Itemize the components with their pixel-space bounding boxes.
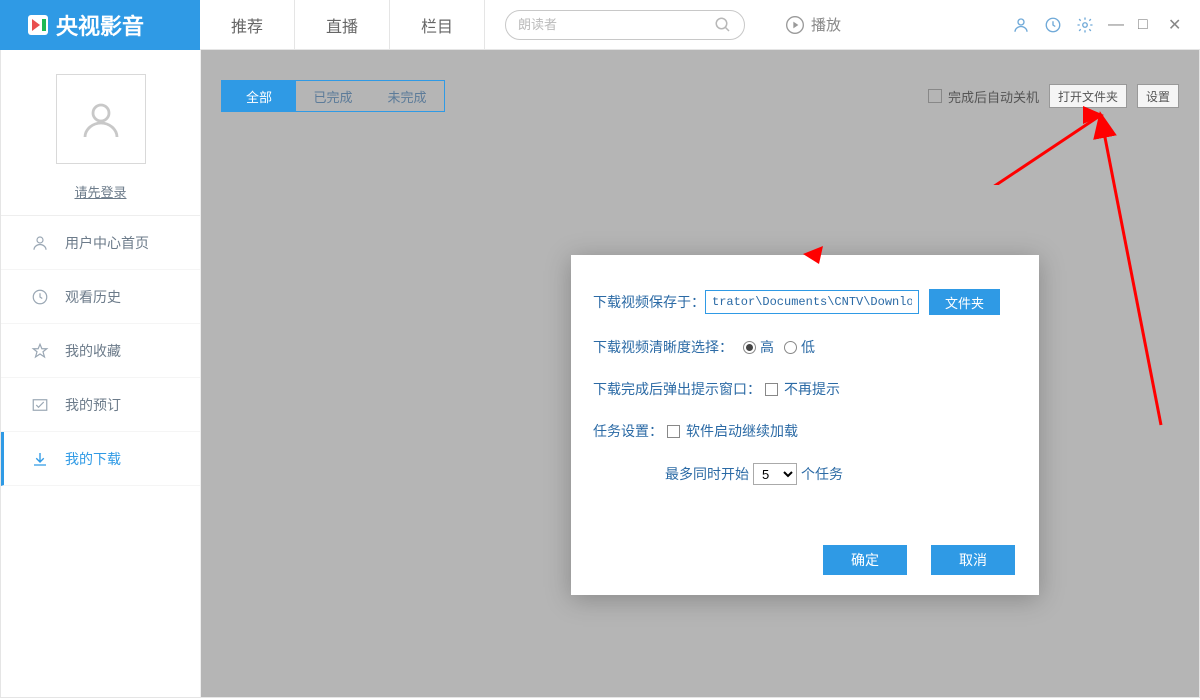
play-label: 播放 bbox=[811, 14, 841, 35]
close-button[interactable]: ✕ bbox=[1168, 15, 1184, 35]
nav-tabs: 推荐 直播 栏目 bbox=[200, 0, 485, 50]
sidebar-item-label: 我的收藏 bbox=[65, 341, 121, 361]
search-icon[interactable] bbox=[714, 16, 732, 34]
sidebar: 请先登录 用户中心首页 观看历史 我的收藏 我的预订 我的下载 bbox=[1, 50, 201, 697]
nav-tab-live[interactable]: 直播 bbox=[295, 0, 390, 50]
sidebar-item-downloads[interactable]: 我的下载 bbox=[1, 432, 200, 486]
browse-button[interactable]: 文件夹 bbox=[929, 289, 1000, 315]
max-suffix: 个任务 bbox=[801, 464, 843, 484]
checkbox-icon bbox=[928, 89, 942, 103]
search-box[interactable] bbox=[505, 10, 745, 40]
play-button[interactable]: 播放 bbox=[785, 14, 841, 35]
task-checkbox[interactable] bbox=[667, 425, 680, 438]
radio-low[interactable] bbox=[784, 341, 797, 354]
popup-label: 下载完成后弹出提示窗口： bbox=[593, 379, 761, 399]
nav-tab-recommend[interactable]: 推荐 bbox=[200, 0, 295, 50]
settings-button[interactable]: 设置 bbox=[1137, 84, 1179, 108]
quality-low-label: 低 bbox=[801, 337, 815, 357]
task-opt-label: 软件启动继续加载 bbox=[686, 421, 798, 441]
download-icon bbox=[31, 450, 51, 468]
row-quality: 下载视频清晰度选择： 高 低 bbox=[593, 337, 1017, 357]
play-icon bbox=[785, 15, 805, 35]
popup-checkbox[interactable] bbox=[765, 383, 778, 396]
sidebar-item-label: 观看历史 bbox=[65, 287, 121, 307]
header-icons: — □ ✕ bbox=[1012, 15, 1200, 35]
logo: 央视影音 bbox=[0, 0, 200, 50]
dialog-footer: 确定 取消 bbox=[823, 545, 1015, 575]
gear-icon[interactable] bbox=[1076, 16, 1094, 34]
avatar[interactable] bbox=[56, 74, 146, 164]
history-icon[interactable] bbox=[1044, 16, 1062, 34]
cancel-button[interactable]: 取消 bbox=[931, 545, 1015, 575]
sidebar-item-label: 我的预订 bbox=[65, 395, 121, 415]
row-task: 任务设置： 软件启动继续加载 bbox=[593, 421, 1017, 441]
check-icon bbox=[31, 396, 51, 414]
toolbar-right: 完成后自动关机 打开文件夹 设置 bbox=[928, 84, 1179, 108]
quality-high-label: 高 bbox=[760, 337, 774, 357]
app-header: 央视影音 推荐 直播 栏目 播放 — □ ✕ bbox=[0, 0, 1200, 50]
radio-high[interactable] bbox=[743, 341, 756, 354]
sidebar-item-label: 我的下载 bbox=[65, 449, 121, 469]
auto-shutdown-checkbox[interactable]: 完成后自动关机 bbox=[928, 87, 1039, 106]
minimize-button[interactable]: — bbox=[1108, 16, 1124, 34]
filter-tabs: 全部 已完成 未完成 bbox=[221, 80, 445, 112]
max-prefix: 最多同时开始 bbox=[665, 464, 749, 484]
content-toolbar: 全部 已完成 未完成 完成后自动关机 打开文件夹 设置 bbox=[221, 80, 1179, 112]
row-save-path: 下载视频保存于： 文件夹 bbox=[593, 289, 1017, 315]
task-label: 任务设置： bbox=[593, 421, 663, 441]
user-icon[interactable] bbox=[1012, 16, 1030, 34]
auto-shutdown-label: 完成后自动关机 bbox=[948, 87, 1039, 106]
sidebar-item-reservations[interactable]: 我的预订 bbox=[1, 378, 200, 432]
maximize-button[interactable]: □ bbox=[1138, 16, 1154, 34]
sidebar-item-favorites[interactable]: 我的收藏 bbox=[1, 324, 200, 378]
search-wrap bbox=[505, 10, 765, 40]
sidebar-item-label: 用户中心首页 bbox=[65, 233, 149, 253]
search-input[interactable] bbox=[518, 17, 714, 32]
star-icon bbox=[31, 342, 51, 360]
row-max: 最多同时开始 5 个任务 bbox=[593, 463, 1017, 485]
sidebar-item-history[interactable]: 观看历史 bbox=[1, 270, 200, 324]
user-icon bbox=[31, 234, 51, 252]
filter-tab-undone[interactable]: 未完成 bbox=[370, 81, 444, 111]
avatar-icon bbox=[77, 95, 125, 143]
content: 全部 已完成 未完成 完成后自动关机 打开文件夹 设置 哦！ 下载视频保存于： … bbox=[201, 50, 1199, 697]
popup-opt-label: 不再提示 bbox=[784, 379, 840, 399]
login-link[interactable]: 请先登录 bbox=[74, 182, 126, 201]
row-popup: 下载完成后弹出提示窗口： 不再提示 bbox=[593, 379, 1017, 399]
quality-label: 下载视频清晰度选择： bbox=[593, 337, 733, 357]
sidebar-item-usercenter[interactable]: 用户中心首页 bbox=[1, 216, 200, 270]
logo-text: 央视影音 bbox=[56, 9, 144, 41]
open-folder-button[interactable]: 打开文件夹 bbox=[1049, 84, 1127, 108]
max-tasks-select[interactable]: 5 bbox=[753, 463, 797, 485]
filter-tab-all[interactable]: 全部 bbox=[222, 81, 296, 111]
nav-tab-program[interactable]: 栏目 bbox=[390, 0, 485, 50]
download-settings-dialog: 下载视频保存于： 文件夹 下载视频清晰度选择： 高 低 下载完成后弹出提示窗口：… bbox=[571, 255, 1039, 595]
clock-icon bbox=[31, 288, 51, 306]
avatar-box: 请先登录 bbox=[1, 50, 200, 216]
save-path-label: 下载视频保存于： bbox=[593, 292, 705, 312]
logo-icon bbox=[28, 15, 48, 35]
ok-button[interactable]: 确定 bbox=[823, 545, 907, 575]
app-body: 请先登录 用户中心首页 观看历史 我的收藏 我的预订 我的下载 全部 已完成 bbox=[0, 50, 1200, 698]
save-path-input[interactable] bbox=[705, 290, 919, 314]
filter-tab-done[interactable]: 已完成 bbox=[296, 81, 370, 111]
